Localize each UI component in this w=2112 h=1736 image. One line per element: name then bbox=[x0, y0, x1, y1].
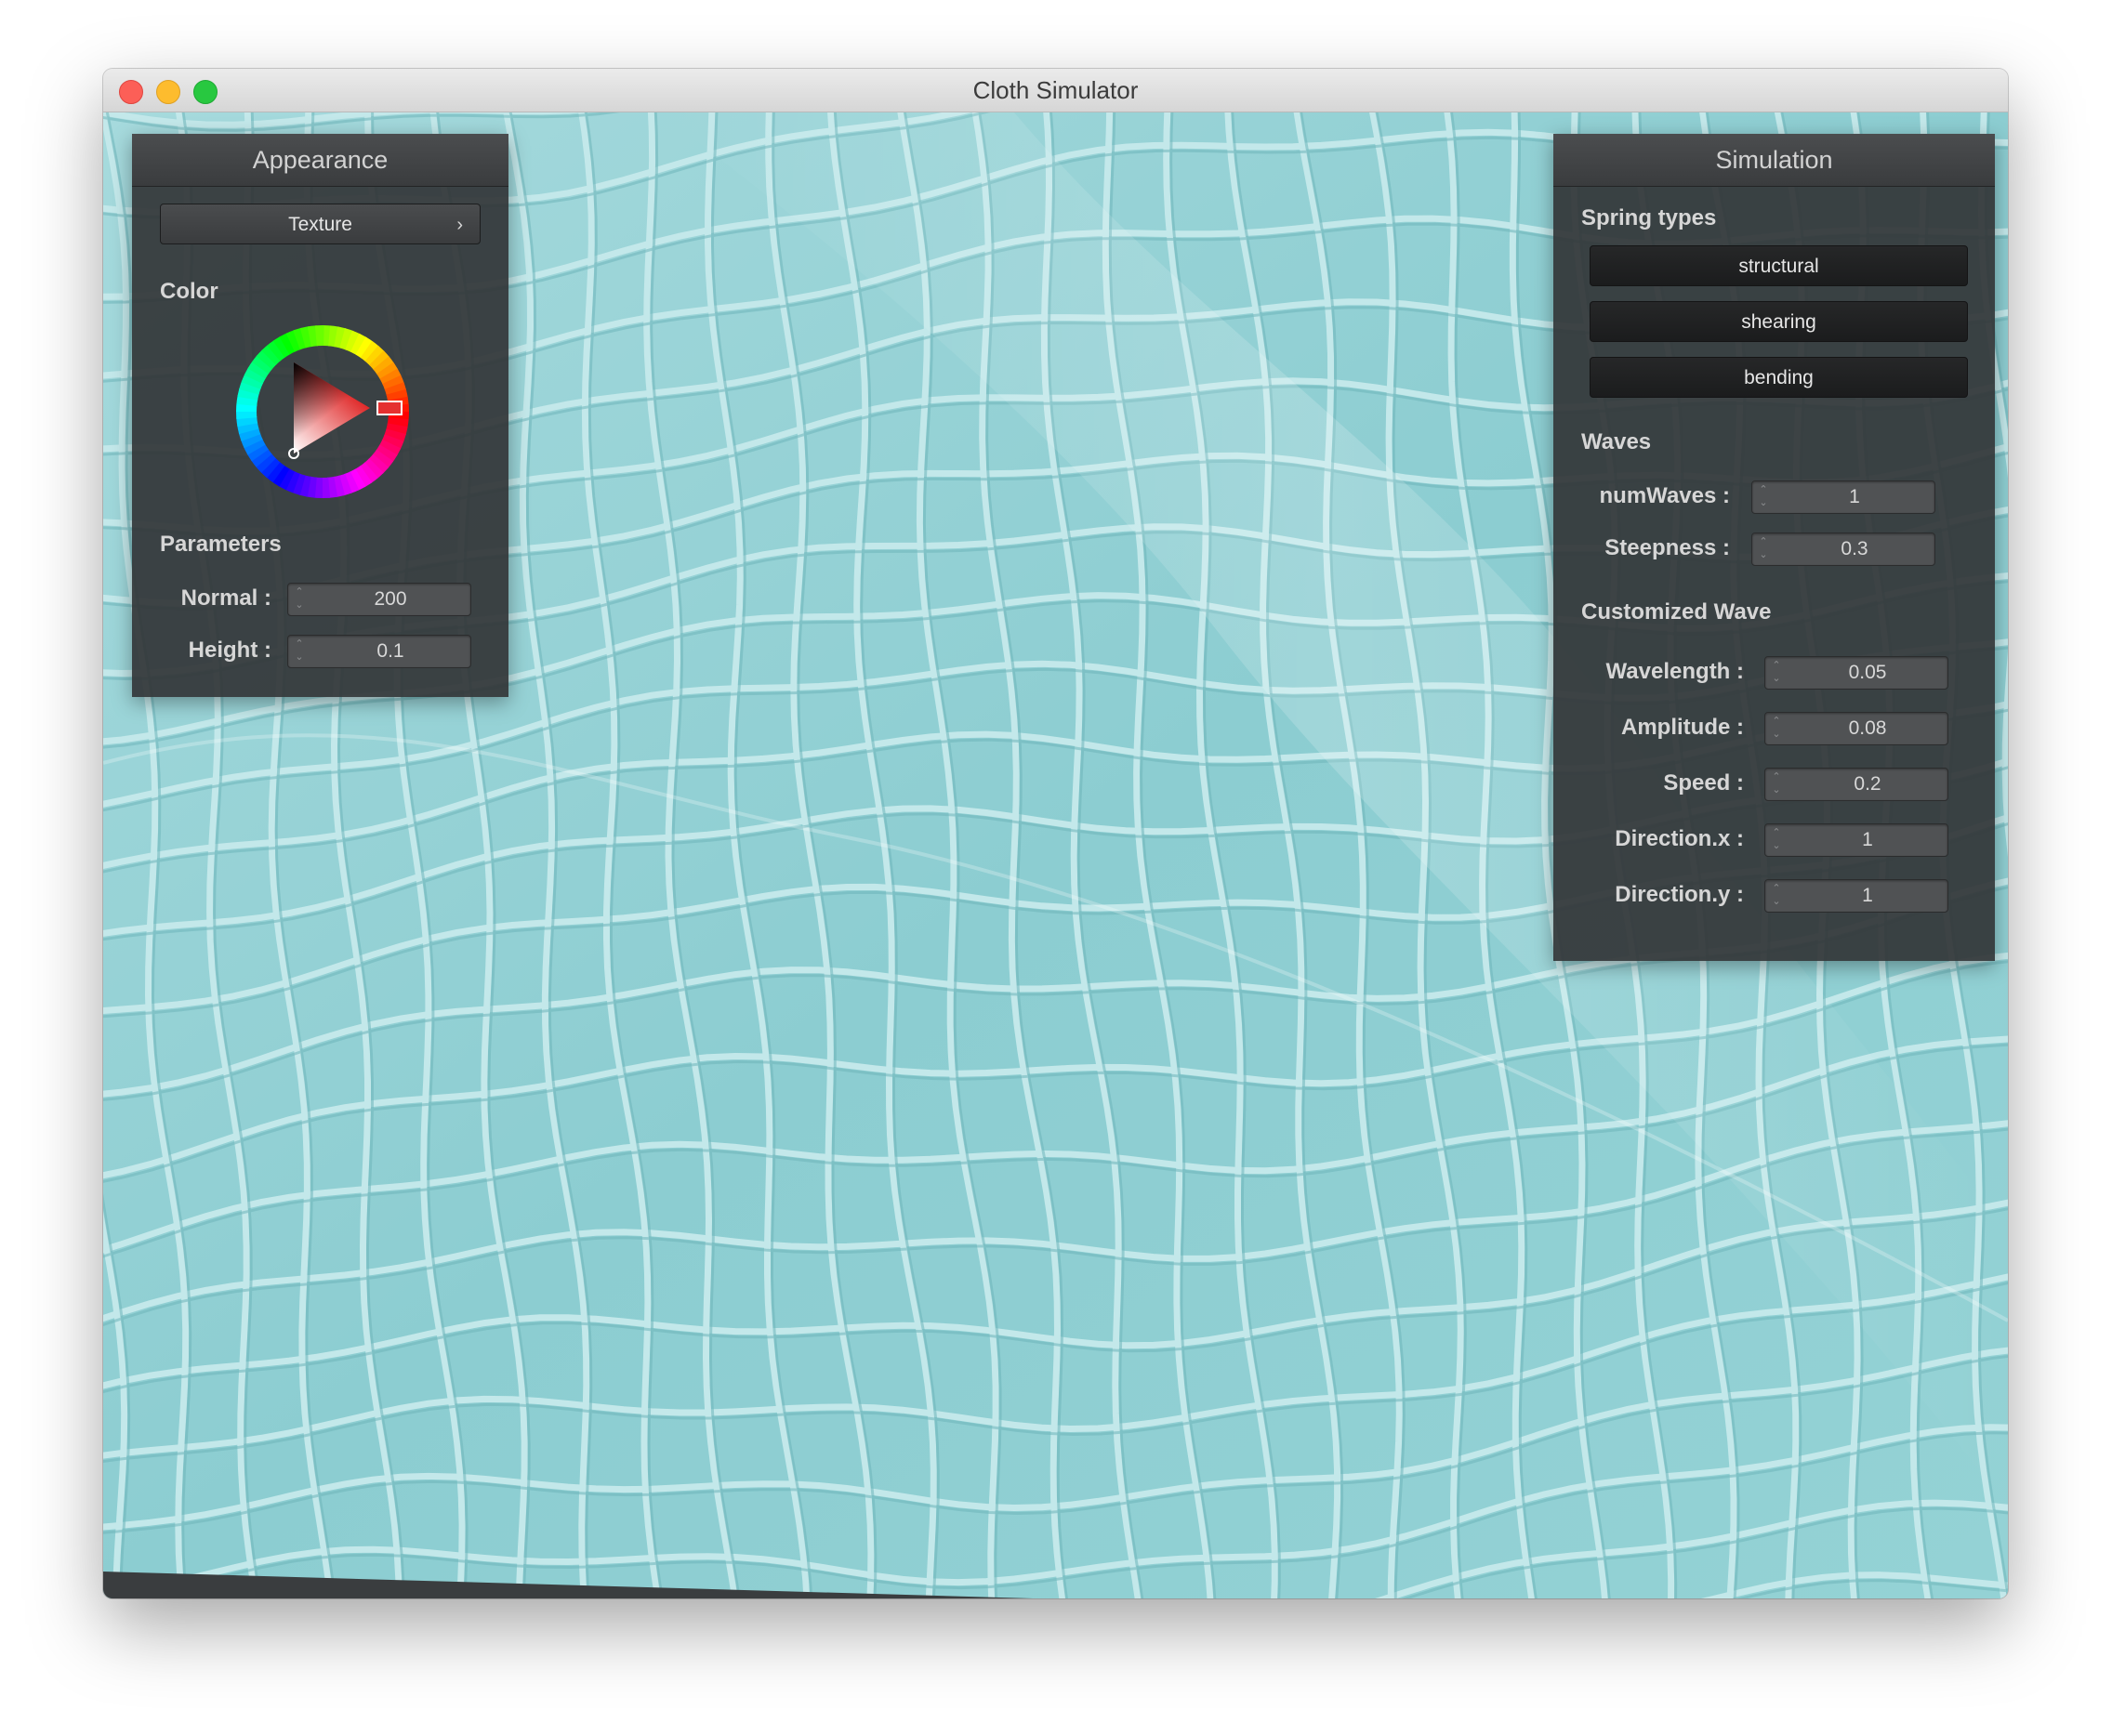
direction-x-value[interactable]: 1 bbox=[1788, 824, 1947, 856]
steepness-value[interactable]: 0.3 bbox=[1775, 533, 1934, 565]
wavelength-value[interactable]: 0.05 bbox=[1788, 657, 1947, 689]
parameters-section-label: Parameters bbox=[160, 532, 282, 557]
direction-y-label: Direction.y : bbox=[1615, 882, 1744, 907]
spinner-arrows-icon[interactable]: ⌃ ⌄ bbox=[1771, 770, 1782, 796]
amplitude-label: Amplitude : bbox=[1621, 715, 1744, 740]
waves-label: Waves bbox=[1581, 429, 1652, 454]
color-wheel[interactable] bbox=[234, 323, 411, 500]
spinner-arrows-icon[interactable]: ⌃ ⌄ bbox=[294, 585, 305, 612]
bending-button[interactable]: bending bbox=[1590, 357, 1968, 398]
spinner-arrows-icon[interactable]: ⌃ ⌄ bbox=[1771, 882, 1782, 908]
spinner-arrows-icon[interactable]: ⌃ ⌄ bbox=[294, 638, 305, 664]
spinner-arrows-icon[interactable]: ⌃ ⌄ bbox=[1771, 659, 1782, 685]
customized-wave-label: Customized Wave bbox=[1581, 599, 1772, 625]
simulation-panel-title[interactable]: Simulation bbox=[1553, 134, 1995, 187]
height-spinbox[interactable]: ⌃ ⌄ 0.1 bbox=[287, 635, 471, 668]
amplitude-value[interactable]: 0.08 bbox=[1788, 713, 1947, 744]
wavelength-label: Wavelength : bbox=[1605, 659, 1744, 684]
spinner-arrows-icon[interactable]: ⌃ ⌄ bbox=[1771, 715, 1782, 741]
chevron-right-icon: › bbox=[456, 215, 463, 235]
spinner-arrows-icon[interactable]: ⌃ ⌄ bbox=[1758, 535, 1769, 561]
numwaves-value[interactable]: 1 bbox=[1775, 481, 1934, 513]
app-window: Cloth Simulator Appearance Texture › Col… bbox=[103, 69, 2008, 1598]
hue-marker[interactable] bbox=[376, 401, 403, 415]
normal-label: Normal : bbox=[180, 585, 271, 611]
direction-x-spinbox[interactable]: ⌃ ⌄ 1 bbox=[1764, 823, 1948, 857]
simulation-panel: Simulation Spring types structural shear… bbox=[1553, 134, 1995, 961]
direction-y-spinbox[interactable]: ⌃ ⌄ 1 bbox=[1764, 879, 1948, 913]
height-value[interactable]: 0.1 bbox=[310, 636, 470, 667]
texture-button[interactable]: Texture › bbox=[160, 204, 481, 244]
appearance-panel: Appearance Texture › Color Parameters No… bbox=[132, 134, 508, 697]
numwaves-spinbox[interactable]: ⌃ ⌄ 1 bbox=[1751, 480, 1935, 514]
height-label: Height : bbox=[188, 638, 271, 663]
numwaves-label: numWaves : bbox=[1599, 483, 1730, 508]
cloth-viewport[interactable]: Appearance Texture › Color Parameters No… bbox=[103, 112, 2008, 1598]
speed-spinbox[interactable]: ⌃ ⌄ 0.2 bbox=[1764, 768, 1948, 801]
shearing-button[interactable]: shearing bbox=[1590, 301, 1968, 342]
window-title: Cloth Simulator bbox=[972, 76, 1139, 104]
spinner-arrows-icon[interactable]: ⌃ ⌄ bbox=[1771, 826, 1782, 852]
amplitude-spinbox[interactable]: ⌃ ⌄ 0.08 bbox=[1764, 712, 1948, 745]
wavelength-spinbox[interactable]: ⌃ ⌄ 0.05 bbox=[1764, 656, 1948, 690]
color-section-label: Color bbox=[160, 279, 218, 304]
appearance-panel-title[interactable]: Appearance bbox=[132, 134, 508, 187]
spring-types-label: Spring types bbox=[1581, 205, 1717, 230]
spinner-arrows-icon[interactable]: ⌃ ⌄ bbox=[1758, 483, 1769, 509]
steepness-label: Steepness : bbox=[1604, 535, 1730, 560]
steepness-spinbox[interactable]: ⌃ ⌄ 0.3 bbox=[1751, 533, 1935, 566]
normal-spinbox[interactable]: ⌃ ⌄ 200 bbox=[287, 583, 471, 616]
speed-value[interactable]: 0.2 bbox=[1788, 769, 1947, 800]
direction-x-label: Direction.x : bbox=[1615, 826, 1744, 851]
texture-button-label: Texture bbox=[288, 214, 352, 235]
structural-button[interactable]: structural bbox=[1590, 245, 1968, 286]
speed-label: Speed : bbox=[1663, 770, 1744, 796]
normal-value[interactable]: 200 bbox=[310, 584, 470, 615]
title-bar[interactable]: Cloth Simulator bbox=[103, 69, 2008, 112]
direction-y-value[interactable]: 1 bbox=[1788, 880, 1947, 912]
